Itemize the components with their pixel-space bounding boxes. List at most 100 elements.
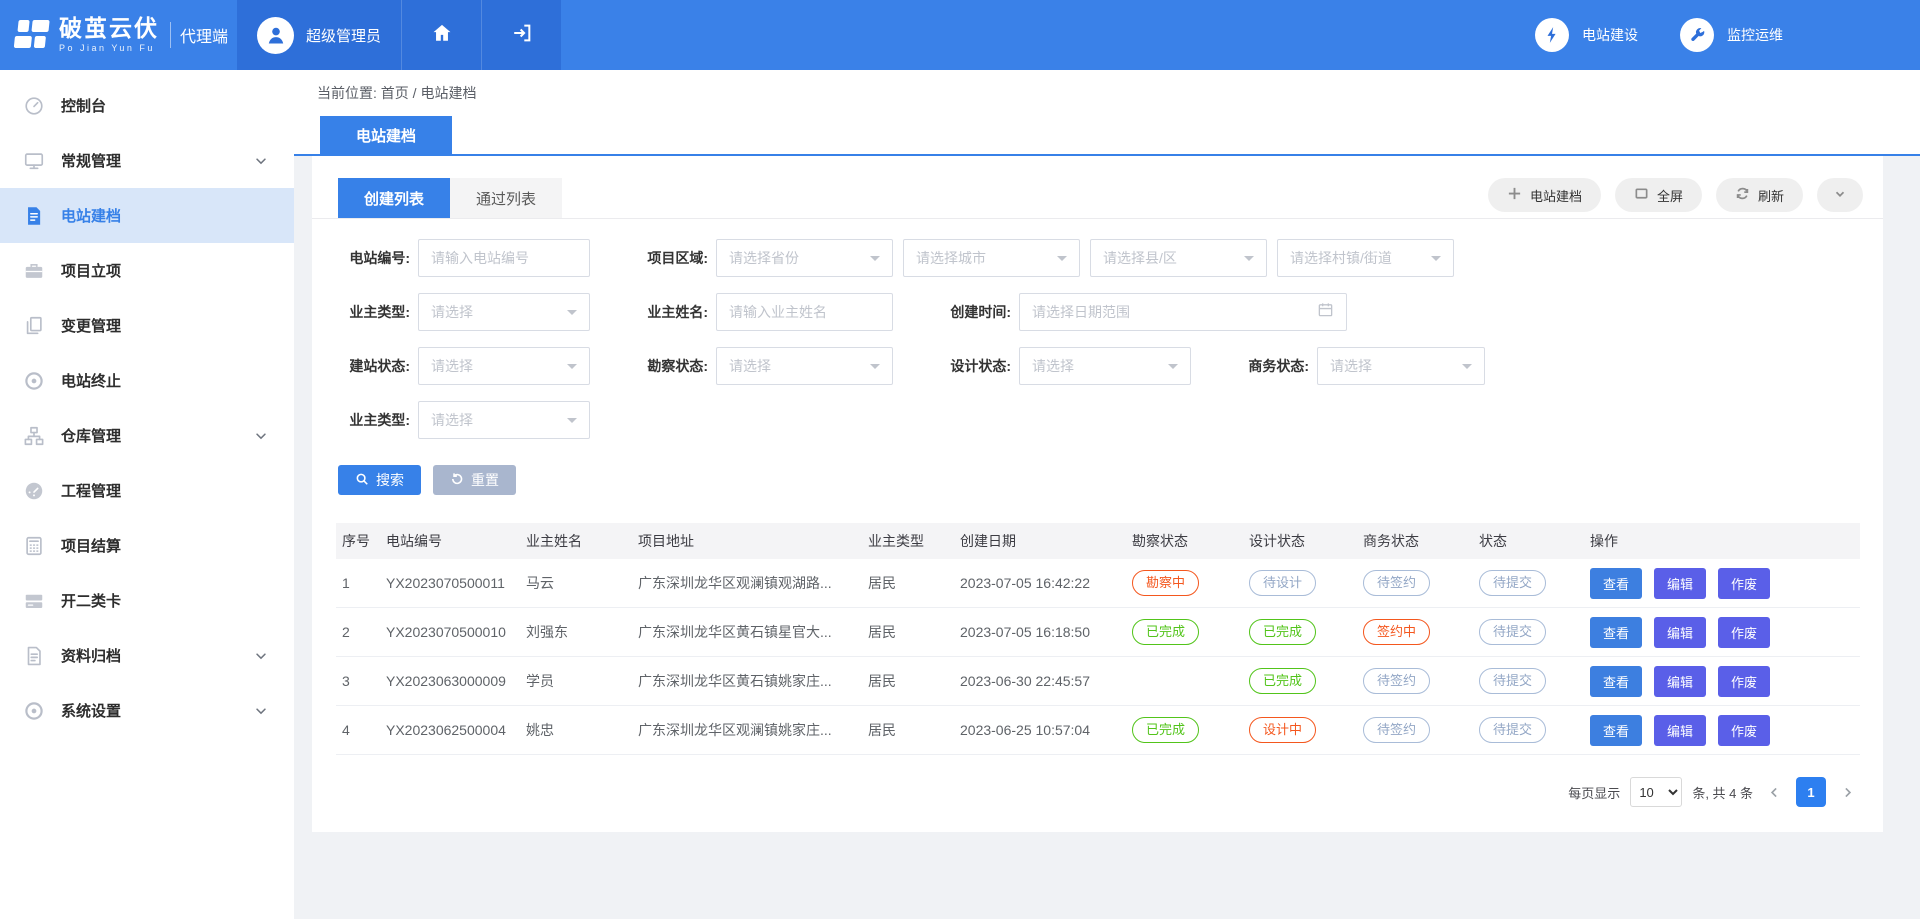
field-label: 项目区域: xyxy=(636,248,708,268)
cell-owner: 马云 xyxy=(526,573,638,593)
field-label: 电站编号: xyxy=(338,248,410,268)
row-action-void-button[interactable]: 作废 xyxy=(1718,666,1770,697)
status-badge: 已完成 xyxy=(1132,619,1199,646)
town-select[interactable]: 请选择村镇/街道 xyxy=(1277,239,1454,277)
row-action-edit-button[interactable]: 编辑 xyxy=(1654,617,1706,648)
sidebar-item-system-settings[interactable]: 系统设置 xyxy=(0,683,294,738)
sidebar-item-change-management[interactable]: 变更管理 xyxy=(0,298,294,353)
fullscreen-button[interactable]: 全屏 xyxy=(1615,178,1702,212)
field-station-code: 电站编号: xyxy=(338,239,590,277)
owner-type-select-2[interactable]: 请选择 xyxy=(418,401,590,439)
province-select[interactable]: 请选择省份 xyxy=(716,239,893,277)
district-select[interactable]: 请选择县/区 xyxy=(1090,239,1267,277)
brand: 破茧云伏 Po Jian Yun Fu 代理端 xyxy=(0,0,237,70)
sidebar-item-console[interactable]: 控制台 xyxy=(0,78,294,133)
cell-design-status: 设计中 xyxy=(1249,717,1363,744)
row-action-void-button[interactable]: 作废 xyxy=(1718,568,1770,599)
page-tab-station-archive[interactable]: 电站建档 xyxy=(320,116,452,154)
owner-type-select[interactable]: 请选择 xyxy=(418,293,590,331)
sidebar-item-settlement[interactable]: 项目结算 xyxy=(0,518,294,573)
sitemap-icon xyxy=(21,423,47,449)
table-row: 4YX2023062500004姚忠广东深圳龙华区观澜镇姚家庄...居民2023… xyxy=(336,706,1860,755)
fullscreen-icon xyxy=(1634,186,1649,204)
owner-name-input[interactable] xyxy=(717,294,892,330)
caret-down-icon xyxy=(567,418,577,428)
search-label: 搜索 xyxy=(376,470,404,490)
home-button[interactable] xyxy=(401,0,481,70)
sidebar-item-second-card[interactable]: 开二类卡 xyxy=(0,573,294,628)
sidebar-item-warehouse[interactable]: 仓库管理 xyxy=(0,408,294,463)
fullscreen-label: 全屏 xyxy=(1657,186,1683,205)
column-header: 状态 xyxy=(1479,531,1590,551)
username: 超级管理员 xyxy=(306,25,381,46)
sidebar-item-station-archive[interactable]: 电站建档 xyxy=(0,188,294,243)
city-select[interactable]: 请选择城市 xyxy=(903,239,1080,277)
field-owner-type-2: 业主类型: 请选择 xyxy=(338,401,590,439)
row-action-view-button[interactable]: 查看 xyxy=(1590,666,1642,697)
date-range-picker[interactable]: 请选择日期范围 xyxy=(1019,293,1347,331)
briefcase-icon xyxy=(21,258,47,284)
station-code-input[interactable] xyxy=(419,240,589,276)
sidebar-item-label: 项目立项 xyxy=(61,260,121,281)
collapse-button[interactable] xyxy=(1817,178,1863,212)
sidebar-item-general-management[interactable]: 常规管理 xyxy=(0,133,294,188)
reset-button[interactable]: 重置 xyxy=(433,465,516,495)
design-status-select[interactable]: 请选择 xyxy=(1019,347,1191,385)
sidebar-menu: 控制台常规管理电站建档项目立项变更管理电站终止仓库管理工程管理项目结算开二类卡资… xyxy=(0,70,294,919)
user-menu[interactable]: 超级管理员 xyxy=(237,0,401,70)
column-header: 业主姓名 xyxy=(526,531,638,551)
field-design-status: 设计状态: 请选择 xyxy=(939,347,1191,385)
row-action-view-button[interactable]: 查看 xyxy=(1590,568,1642,599)
field-label: 业主姓名: xyxy=(636,302,708,322)
sidebar-item-engineering[interactable]: 工程管理 xyxy=(0,463,294,518)
cell-survey-status: 勘察中 xyxy=(1132,570,1249,597)
column-header: 业主类型 xyxy=(868,531,960,551)
topbar-user-segment: 超级管理员 xyxy=(237,0,561,70)
status-badge: 已完成 xyxy=(1132,717,1199,744)
cell-owner-type: 居民 xyxy=(868,622,960,642)
row-action-void-button[interactable]: 作废 xyxy=(1718,715,1770,746)
sidebar-item-label: 电站终止 xyxy=(61,370,121,391)
row-action-edit-button[interactable]: 编辑 xyxy=(1654,568,1706,599)
refresh-button[interactable]: 刷新 xyxy=(1716,178,1803,212)
total-label: 条, 共 4 条 xyxy=(1692,783,1753,802)
select-placeholder: 请选择村镇/街道 xyxy=(1290,248,1392,268)
row-action-edit-button[interactable]: 编辑 xyxy=(1654,715,1706,746)
row-action-edit-button[interactable]: 编辑 xyxy=(1654,666,1706,697)
cell-owner-type: 居民 xyxy=(868,573,960,593)
field-label: 业主类型: xyxy=(338,302,410,322)
sidebar-item-archives[interactable]: 资料归档 xyxy=(0,628,294,683)
status-badge: 待提交 xyxy=(1479,668,1546,695)
tab-create-list[interactable]: 创建列表 xyxy=(338,178,450,218)
business-status-select[interactable]: 请选择 xyxy=(1317,347,1485,385)
sidebar-item-project-initiation[interactable]: 项目立项 xyxy=(0,243,294,298)
column-header: 勘察状态 xyxy=(1132,531,1249,551)
cell-created: 2023-07-05 16:42:22 xyxy=(960,575,1132,591)
row-action-void-button[interactable]: 作废 xyxy=(1718,617,1770,648)
nav-station-construction[interactable]: 电站建设 xyxy=(1535,18,1638,52)
tab-approved-list[interactable]: 通过列表 xyxy=(450,178,562,218)
sidebar-item-station-termination[interactable]: 电站终止 xyxy=(0,353,294,408)
card-toolbar: 电站建档 全屏 xyxy=(1488,178,1863,212)
per-page-select[interactable]: 10 xyxy=(1630,777,1682,807)
survey-status-select[interactable]: 请选择 xyxy=(716,347,893,385)
reset-icon xyxy=(450,472,464,489)
column-header: 创建日期 xyxy=(960,531,1132,551)
search-button[interactable]: 搜索 xyxy=(338,465,421,495)
cell-business-status: 待签约 xyxy=(1363,717,1479,744)
build-status-select[interactable]: 请选择 xyxy=(418,347,590,385)
row-action-view-button[interactable]: 查看 xyxy=(1590,715,1642,746)
prev-page-button[interactable] xyxy=(1763,786,1786,799)
refresh-icon xyxy=(1735,186,1750,204)
logout-button[interactable] xyxy=(481,0,561,70)
column-header: 序号 xyxy=(336,531,386,551)
breadcrumb-strip: 当前位置: 首页 / 电站建档 电站建档 xyxy=(294,70,1920,156)
page-number-1[interactable]: 1 xyxy=(1796,777,1826,807)
select-placeholder: 请选择城市 xyxy=(916,248,986,268)
field-build-status: 建站状态: 请选择 xyxy=(338,347,590,385)
logout-icon xyxy=(511,22,533,49)
create-station-button[interactable]: 电站建档 xyxy=(1488,178,1601,212)
next-page-button[interactable] xyxy=(1836,786,1859,799)
nav-monitoring-ops[interactable]: 监控运维 xyxy=(1680,18,1783,52)
row-action-view-button[interactable]: 查看 xyxy=(1590,617,1642,648)
